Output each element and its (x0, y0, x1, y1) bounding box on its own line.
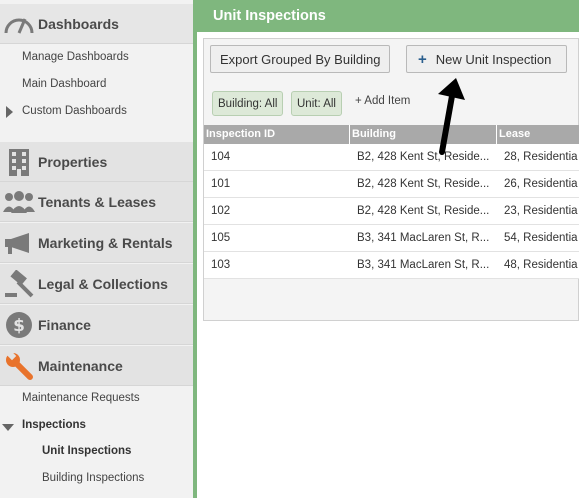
annotation-arrow-icon (438, 78, 465, 155)
